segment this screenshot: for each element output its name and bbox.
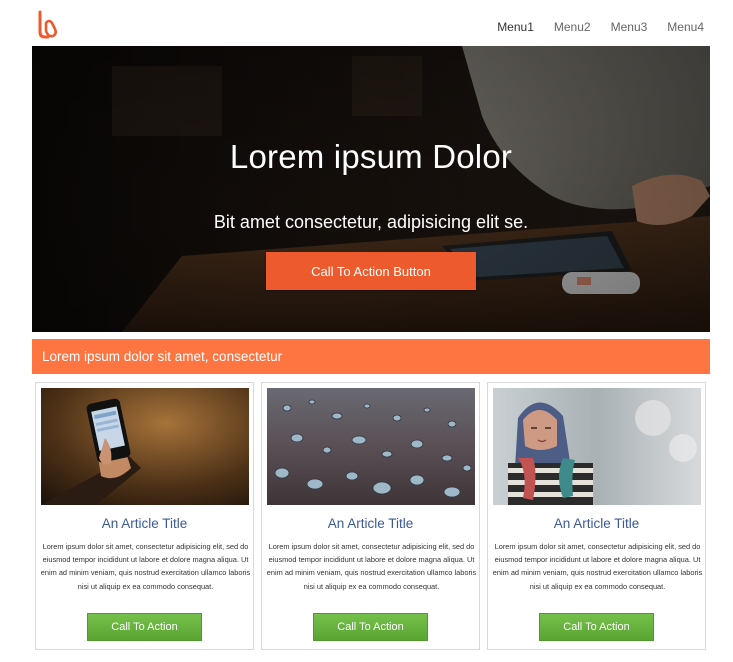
- article-cta-button[interactable]: Call To Action: [539, 613, 654, 641]
- promo-banner: Lorem ipsum dolor sit amet, consectetur: [32, 339, 710, 374]
- hero-cta-button[interactable]: Call To Action Button: [266, 252, 476, 290]
- article-card: An Article Title Lorem ipsum dolor sit a…: [487, 382, 706, 650]
- nav-menu3[interactable]: Menu3: [611, 20, 648, 34]
- article-excerpt: Lorem ipsum dolor sit amet, consectetur …: [266, 542, 477, 591]
- woman-in-scarf-photo[interactable]: [493, 388, 701, 505]
- article-title[interactable]: An Article Title: [262, 516, 479, 531]
- article-title[interactable]: An Article Title: [36, 516, 253, 531]
- lx-logo-icon[interactable]: [36, 10, 60, 40]
- article-cards: An Article Title Lorem ipsum dolor sit a…: [35, 382, 707, 650]
- main-nav: Menu1 Menu2 Menu3 Menu4: [497, 20, 704, 34]
- article-cta-button[interactable]: Call To Action: [87, 613, 202, 641]
- article-card: An Article Title Lorem ipsum dolor sit a…: [261, 382, 480, 650]
- water-droplets-photo[interactable]: [267, 388, 475, 505]
- hero-section: Lorem ipsum Dolor Bit amet consectetur, …: [32, 46, 710, 332]
- article-card: An Article Title Lorem ipsum dolor sit a…: [35, 382, 254, 650]
- nav-menu2[interactable]: Menu2: [554, 20, 591, 34]
- article-excerpt: Lorem ipsum dolor sit amet, consectetur …: [492, 542, 703, 591]
- banner-text: Lorem ipsum dolor sit amet, consectetur: [42, 349, 283, 364]
- hero-title: Lorem ipsum Dolor: [229, 138, 513, 175]
- article-cta-button[interactable]: Call To Action: [313, 613, 428, 641]
- hand-holding-phone-photo[interactable]: [41, 388, 249, 505]
- nav-menu4[interactable]: Menu4: [667, 20, 704, 34]
- article-excerpt: Lorem ipsum dolor sit amet, consectetur …: [40, 542, 251, 591]
- nav-menu1[interactable]: Menu1: [497, 20, 534, 34]
- article-title[interactable]: An Article Title: [488, 516, 705, 531]
- site-header: Menu1 Menu2 Menu3 Menu4: [0, 0, 733, 46]
- hero-subtitle: Bit amet consectetur, adipisicing elit s…: [213, 212, 529, 232]
